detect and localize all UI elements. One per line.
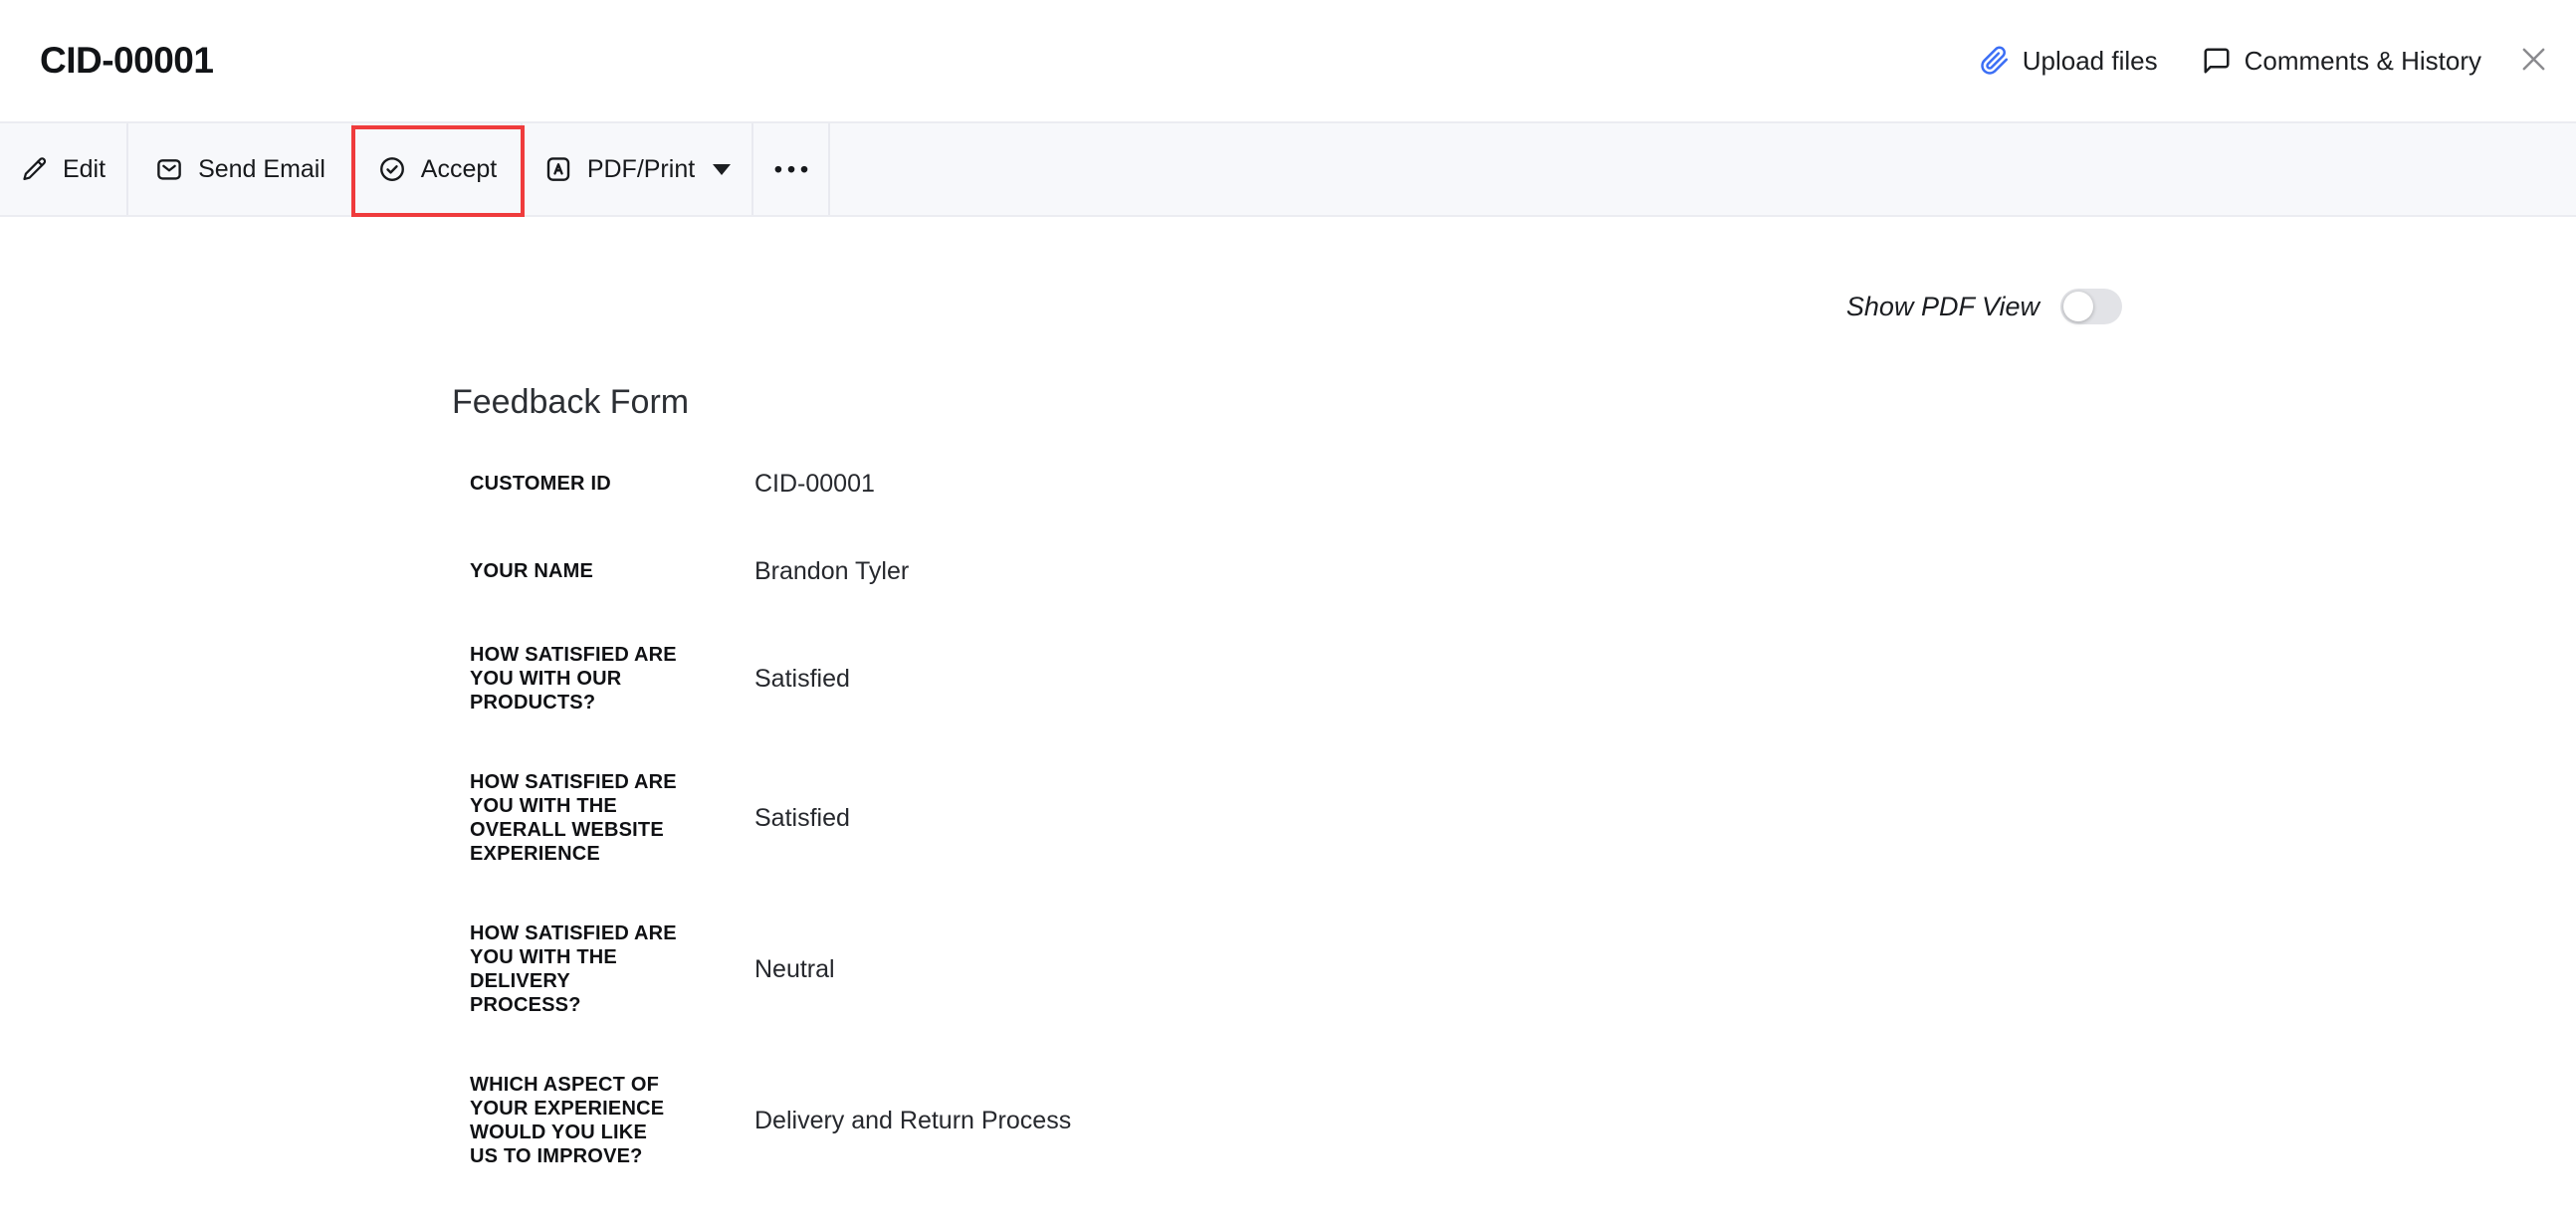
close-button[interactable] bbox=[2517, 43, 2550, 79]
comments-history-button[interactable]: Comments & History bbox=[2202, 46, 2481, 77]
field-label: HOW SATISFIED ARE YOU WITH THE DELIVERY … bbox=[470, 921, 754, 1017]
record-detail: Show PDF View Feedback Form CUSTOMER ID … bbox=[0, 289, 2576, 1168]
send-email-label: Send Email bbox=[198, 155, 325, 184]
show-pdf-view-label: Show PDF View bbox=[1846, 292, 2039, 322]
pdf-print-button[interactable]: PDF/Print bbox=[523, 123, 753, 215]
page-title: CID-00001 bbox=[40, 40, 213, 82]
field-value: CID-00001 bbox=[754, 468, 875, 500]
field-value: Satisfied bbox=[754, 663, 850, 695]
comments-history-label: Comments & History bbox=[2245, 46, 2481, 77]
pdf-icon bbox=[543, 154, 573, 184]
more-actions-button[interactable]: ••• bbox=[753, 123, 830, 215]
field-row-customer-id: CUSTOMER ID CID-00001 bbox=[470, 468, 2576, 500]
field-row-website-satisfaction: HOW SATISFIED ARE YOU WITH THE OVERALL W… bbox=[470, 770, 2576, 866]
field-value: Brandon Tyler bbox=[754, 555, 909, 587]
field-value: Delivery and Return Process bbox=[754, 1105, 1071, 1136]
chevron-down-icon bbox=[713, 164, 731, 175]
field-label: WHICH ASPECT OF YOUR EXPERIENCE WOULD YO… bbox=[470, 1073, 754, 1168]
record-header: CID-00001 Upload files Comments & Histor… bbox=[0, 0, 2576, 121]
check-circle-icon bbox=[377, 154, 407, 184]
field-row-products-satisfaction: HOW SATISFIED ARE YOU WITH OUR PRODUCTS?… bbox=[470, 643, 2576, 715]
field-value: Neutral bbox=[754, 953, 835, 985]
paperclip-icon bbox=[1980, 46, 2010, 76]
edit-label: Edit bbox=[63, 155, 106, 184]
pdf-print-label: PDF/Print bbox=[587, 155, 695, 184]
field-row-improvement-aspect: WHICH ASPECT OF YOUR EXPERIENCE WOULD YO… bbox=[470, 1073, 2576, 1168]
show-pdf-view-toggle[interactable] bbox=[2060, 289, 2122, 324]
comment-icon bbox=[2202, 46, 2232, 76]
envelope-icon bbox=[154, 154, 184, 184]
more-icon: ••• bbox=[774, 156, 813, 183]
field-label: CUSTOMER ID bbox=[470, 472, 754, 496]
toggle-knob bbox=[2063, 292, 2093, 321]
field-label: HOW SATISFIED ARE YOU WITH THE OVERALL W… bbox=[470, 770, 754, 866]
upload-files-button[interactable]: Upload files bbox=[1980, 46, 2158, 77]
close-icon bbox=[2517, 43, 2550, 79]
form-title: Feedback Form bbox=[452, 382, 2576, 422]
field-list: CUSTOMER ID CID-00001 YOUR NAME Brandon … bbox=[470, 468, 2576, 1168]
field-label: HOW SATISFIED ARE YOU WITH OUR PRODUCTS? bbox=[470, 643, 754, 715]
field-row-your-name: YOUR NAME Brandon Tyler bbox=[470, 555, 2576, 587]
field-label: YOUR NAME bbox=[470, 559, 754, 583]
send-email-button[interactable]: Send Email bbox=[128, 123, 353, 215]
action-toolbar: Edit Send Email Accept PDF/Print bbox=[0, 121, 2576, 217]
upload-files-label: Upload files bbox=[2023, 46, 2158, 77]
field-row-delivery-satisfaction: HOW SATISFIED ARE YOU WITH THE DELIVERY … bbox=[470, 921, 2576, 1017]
field-value: Satisfied bbox=[754, 802, 850, 834]
accept-button[interactable]: Accept bbox=[353, 123, 523, 215]
accept-label: Accept bbox=[421, 155, 497, 184]
pdf-view-toggle-row: Show PDF View bbox=[0, 289, 2576, 324]
pencil-icon bbox=[21, 155, 49, 183]
edit-button[interactable]: Edit bbox=[0, 123, 128, 215]
